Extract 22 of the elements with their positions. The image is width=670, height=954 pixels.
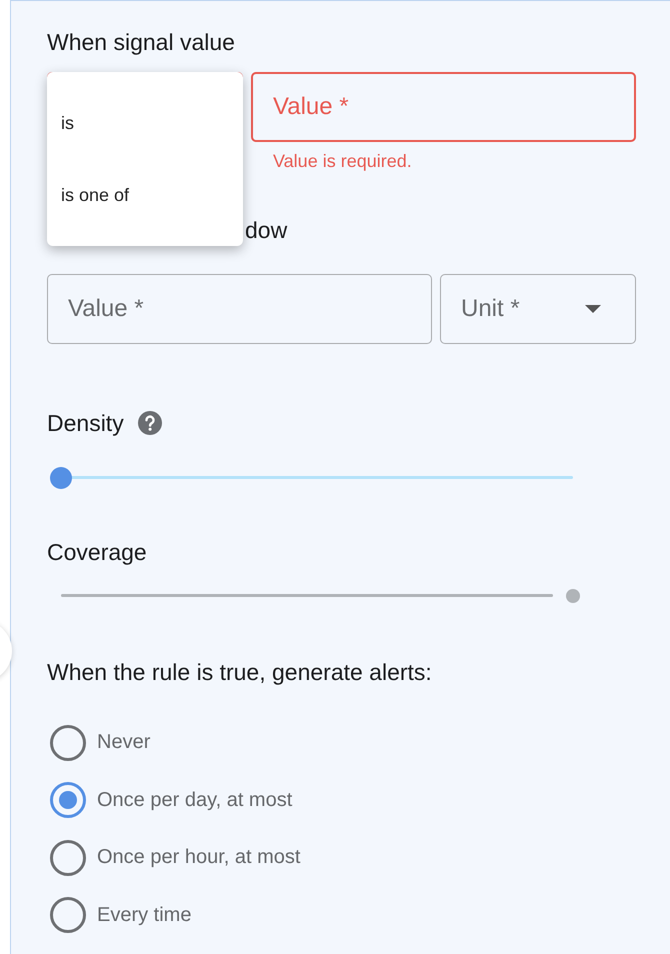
- radio-option[interactable]: Once per hour, at most: [47, 829, 636, 886]
- slider-label: Coverage: [47, 538, 147, 567]
- radio-button[interactable]: [50, 724, 86, 761]
- section-heading: When the rule is true, generate alerts:: [47, 658, 433, 687]
- section-heading: dow: [245, 217, 288, 243]
- radio-option[interactable]: Once per day, at most: [47, 772, 636, 829]
- unit-select[interactable]: Unit *: [440, 274, 636, 344]
- menu-item[interactable]: is: [47, 87, 243, 159]
- menu-item[interactable]: is one of: [47, 159, 243, 231]
- section-heading: When signal value: [47, 28, 236, 57]
- value-field[interactable]: Value *: [47, 274, 432, 344]
- slider-thumb[interactable]: [50, 467, 72, 489]
- radio-button[interactable]: [50, 840, 86, 876]
- error-message: Value is required.: [272, 150, 413, 172]
- value-field[interactable]: Value *: [251, 72, 636, 142]
- radio-button[interactable]: [50, 782, 86, 818]
- radio-option[interactable]: Every time: [47, 886, 636, 944]
- radio-button[interactable]: [50, 897, 86, 934]
- slider-label: Density: [47, 409, 124, 438]
- radio-option[interactable]: Never: [47, 714, 636, 772]
- caret-icon: [585, 305, 601, 313]
- help-icon[interactable]: [138, 411, 162, 435]
